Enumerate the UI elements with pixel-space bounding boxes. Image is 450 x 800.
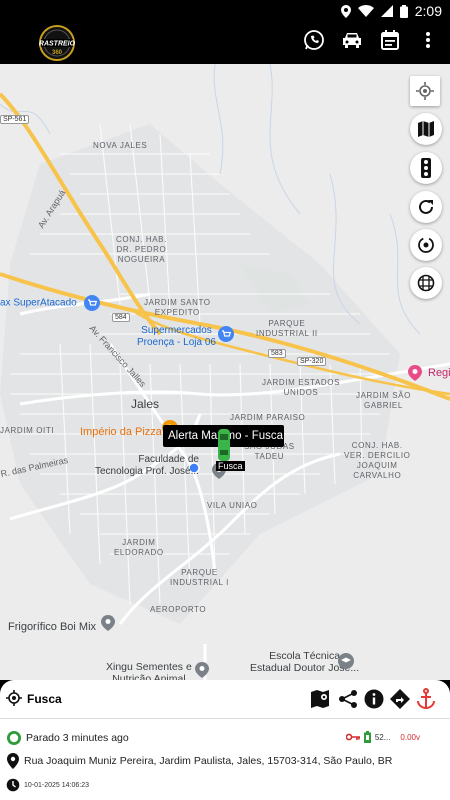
neighborhood-label: CONJ. HAB. VER. DERCILIO JOAQUIM CARVALH… — [344, 441, 411, 480]
grid-button[interactable] — [410, 267, 442, 299]
more-vert-icon[interactable] — [416, 28, 440, 52]
traffic-button[interactable] — [410, 152, 442, 184]
neighborhood-label: VILA UNIAO — [207, 501, 258, 510]
my-location-icon — [416, 82, 434, 100]
poi-xingu-label[interactable]: Xingu Sementes e Nutrição Animal — [106, 661, 192, 680]
directions-icon[interactable] — [390, 689, 410, 709]
metrics: 52... 0.00v — [345, 731, 420, 743]
traffic-icon — [421, 158, 431, 178]
place-pin-icon[interactable] — [101, 615, 115, 631]
road-shield-584: 584 — [112, 313, 130, 322]
city-label: Jales — [131, 397, 160, 411]
battery-value: 52... — [374, 732, 391, 742]
address-row: Rua Joaquim Muniz Pereira, Jardim Paulis… — [6, 753, 392, 769]
my-location-button[interactable] — [410, 76, 440, 106]
panel-header[interactable]: Fusca — [0, 680, 450, 718]
poi-super-atacado[interactable]: ax SuperAtacado — [0, 295, 100, 311]
neighborhood-label: JARDIM OITI — [0, 426, 55, 435]
clock-icon — [6, 778, 20, 792]
location-pin-icon — [7, 753, 19, 769]
map-layers-icon — [418, 121, 434, 137]
key-icon — [345, 733, 360, 741]
timestamp-row: 10-01-2025 14:06:23 — [6, 778, 89, 792]
grid-icon — [417, 274, 435, 292]
map-route-icon[interactable] — [310, 689, 332, 709]
app-logo[interactable]: RASTREIO 360 — [38, 24, 76, 62]
poi-regi-label[interactable]: Regi — [428, 367, 450, 379]
vehicle-label[interactable]: Fusca — [216, 461, 245, 471]
school-icon[interactable] — [338, 653, 354, 669]
poi-faculdade-label[interactable]: Faculdade de Tecnologia Prof. José... — [95, 454, 199, 478]
map-layers-button[interactable] — [410, 113, 442, 145]
panel-title: Fusca — [27, 692, 62, 706]
refresh-icon — [419, 199, 433, 214]
refresh-button[interactable] — [410, 191, 442, 223]
poi-imperio-label[interactable]: Império da Pizza — [80, 426, 162, 438]
svg-text:360: 360 — [52, 50, 63, 56]
place-pin-icon[interactable] — [195, 662, 209, 678]
whatsapp-icon[interactable] — [302, 28, 326, 52]
anchor-icon[interactable] — [416, 688, 436, 710]
car-marker-icon[interactable] — [218, 429, 230, 461]
neighborhood-label: AEROPORTO — [150, 605, 207, 614]
poi-label: ax SuperAtacado — [0, 297, 77, 309]
neighborhood-label: CONJ. HAB. DR. PEDRO NOGUEIRA — [116, 235, 167, 264]
location-icon — [340, 4, 351, 18]
rotate-button[interactable] — [410, 229, 442, 261]
neighborhood-label: JARDIM ESTADOS UNIDOS — [262, 378, 341, 397]
road-shield-sp561: SP-561 — [0, 115, 30, 124]
voltage-value: 0.00v — [400, 732, 420, 742]
calendar-icon[interactable] — [378, 28, 402, 52]
svg-text:RASTREIO: RASTREIO — [39, 41, 76, 48]
neighborhood-label: PARQUE INDUSTRIAL I — [170, 568, 229, 587]
app-bar: RASTREIO 360 — [0, 22, 450, 64]
car-icon[interactable] — [340, 28, 364, 52]
timestamp-text: 10-01-2025 14:06:23 — [24, 781, 89, 789]
battery-icon — [399, 4, 408, 18]
poi-supermercados-label[interactable]: Supermercados Proença - Loja 06 — [137, 325, 216, 349]
shopping-cart-icon — [83, 295, 100, 311]
target-icon — [6, 690, 22, 706]
vehicle-panel: Fusca Parado 3 minutes ago 52... 0.00v R… — [0, 680, 450, 800]
neighborhood-label: JARDIM SÃO GABRIEL — [356, 391, 411, 410]
address-text: Rua Joaquim Muniz Pereira, Jardim Paulis… — [24, 755, 393, 767]
info-icon[interactable] — [364, 689, 384, 709]
status-row: Parado 3 minutes ago — [6, 730, 129, 746]
neighborhood-label: JARDIM PARAISO — [230, 413, 306, 422]
neighborhood-label: JARDIM SANTO EXPEDITO — [144, 298, 211, 317]
status-dot-icon — [7, 731, 21, 745]
neighborhood-label: JARDIM ELDORADO — [114, 538, 164, 557]
status-bar: 2:09 — [0, 0, 450, 22]
rotate-icon — [418, 237, 434, 253]
status-text: Parado 3 minutes ago — [26, 732, 129, 744]
wifi-icon — [357, 5, 374, 17]
status-time: 2:09 — [414, 3, 442, 19]
road-shield-sp320: SP-320 — [297, 357, 327, 366]
neighborhood-label: PARQUE INDUSTRIAL II — [256, 319, 318, 338]
place-pin-icon[interactable] — [408, 365, 422, 381]
map-view[interactable]: SP-561 584 583 SP-320 Av. Arapuá Av. Fra… — [0, 64, 450, 680]
neighborhood-label: NOVA JALES — [93, 141, 148, 150]
battery-level-icon — [363, 731, 371, 743]
signal-icon — [380, 5, 393, 17]
road-shield-583: 583 — [268, 349, 286, 358]
share-icon[interactable] — [338, 689, 358, 709]
shopping-cart-icon[interactable] — [218, 326, 234, 342]
panel-divider — [0, 718, 450, 719]
poi-frigorifico-label[interactable]: Frigorífico Boi Mix — [8, 621, 96, 633]
